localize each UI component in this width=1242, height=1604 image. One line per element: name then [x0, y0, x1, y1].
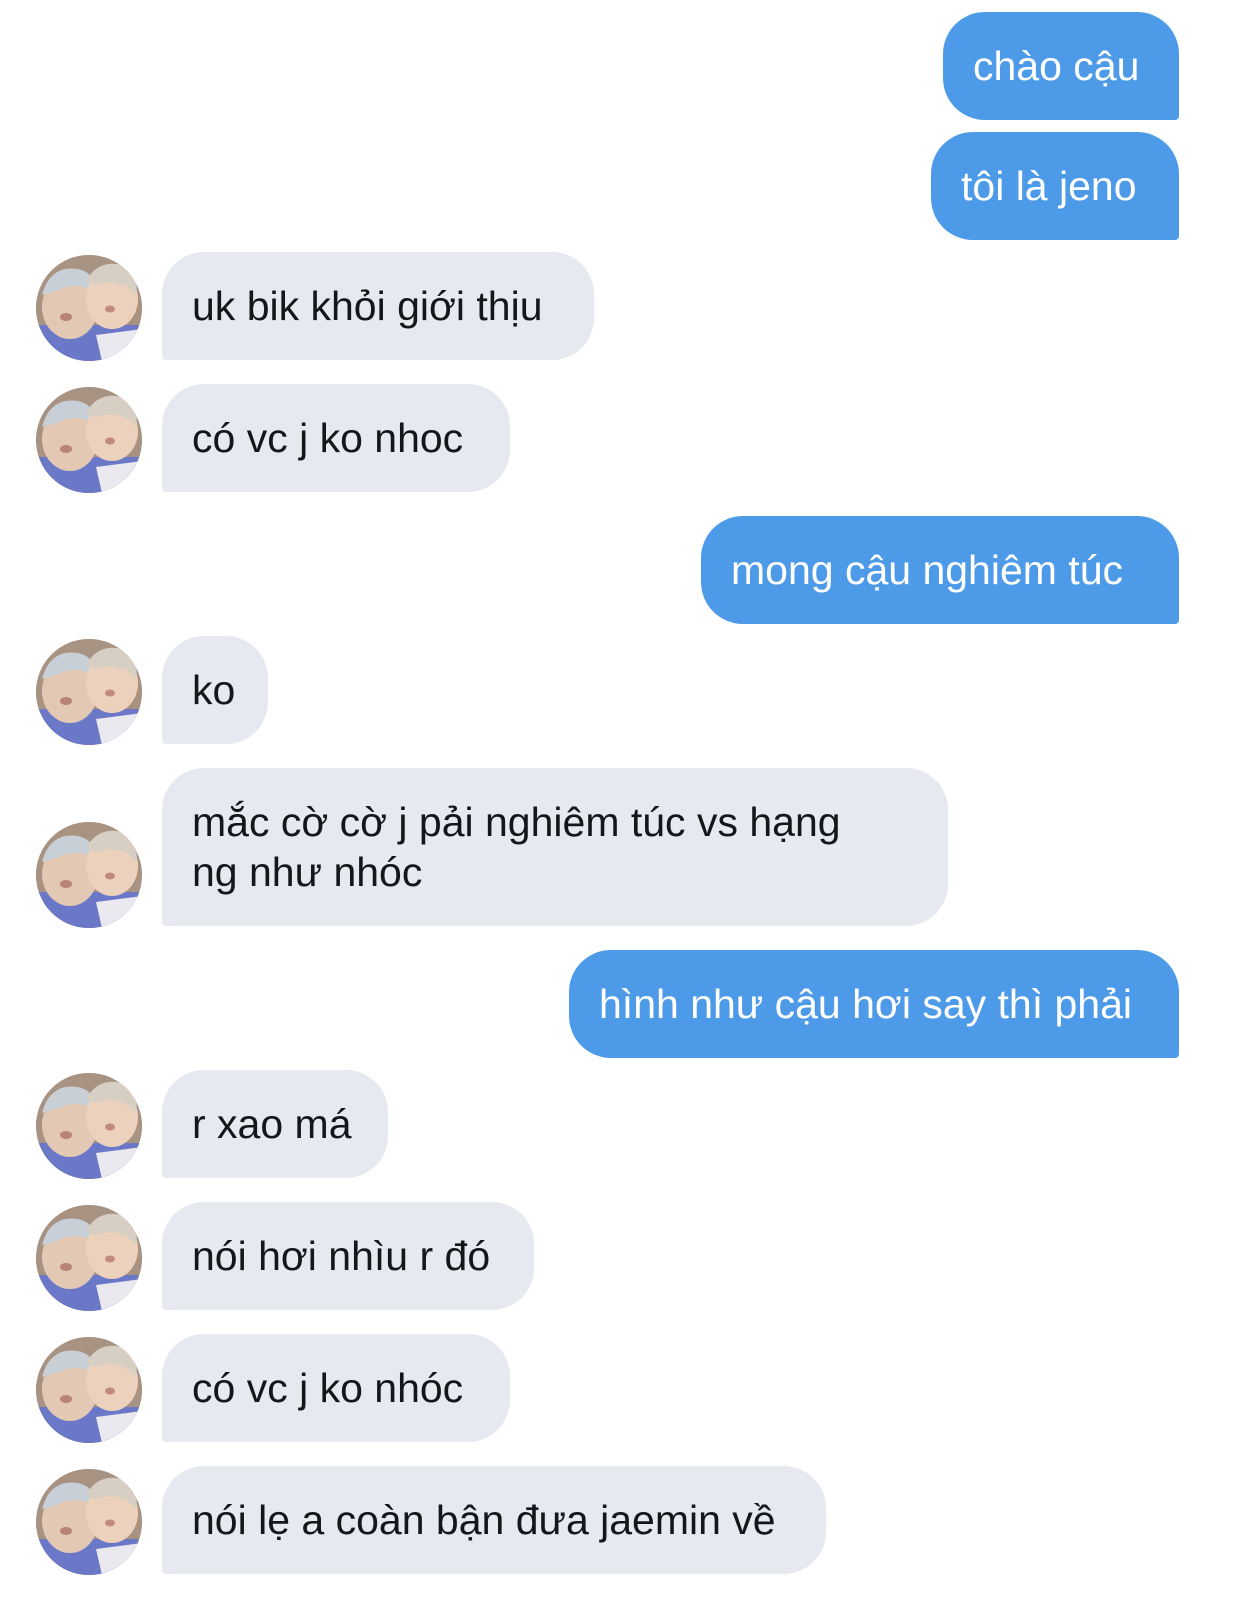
contact-avatar-photo-icon[interactable]: [36, 639, 142, 745]
outgoing-message: hình như cậu hơi say thì phải: [567, 950, 1179, 1058]
message-bubble[interactable]: tôi là jeno: [931, 132, 1179, 240]
contact-avatar-photo-icon[interactable]: [36, 255, 142, 361]
contact-avatar-photo-icon[interactable]: [36, 1073, 142, 1179]
incoming-message: mắc cờ cờ j pải nghiêm túc vs hạng ng nh…: [0, 768, 960, 928]
incoming-message: có vc j ko nhoc: [0, 384, 520, 494]
message-bubble[interactable]: r xao má: [162, 1070, 388, 1178]
message-bubble[interactable]: nói hơi nhìu r đó: [162, 1202, 534, 1310]
contact-avatar-photo-icon[interactable]: [36, 387, 142, 493]
message-bubble[interactable]: ko: [162, 636, 268, 744]
message-thread: chào cậu tôi là jeno uk bik khỏi giới th…: [0, 0, 1242, 1604]
message-bubble[interactable]: chào cậu: [943, 12, 1179, 120]
avatar-photo-svg: [36, 1337, 142, 1443]
outgoing-message: chào cậu: [939, 12, 1179, 120]
avatar-photo-svg: [36, 1073, 142, 1179]
incoming-message: ko: [0, 636, 280, 746]
contact-avatar-photo-icon[interactable]: [36, 1469, 142, 1575]
avatar-photo-svg: [36, 1469, 142, 1575]
contact-avatar-photo-icon[interactable]: [36, 822, 142, 928]
outgoing-message: mong cậu nghiêm túc: [699, 516, 1179, 624]
avatar-photo-svg: [36, 639, 142, 745]
outgoing-message: tôi là jeno: [929, 132, 1179, 240]
incoming-message: nói lẹ a coàn bận đưa jaemin về: [0, 1466, 840, 1576]
contact-avatar-photo-icon[interactable]: [36, 1205, 142, 1311]
message-bubble[interactable]: hình như cậu hơi say thì phải: [569, 950, 1179, 1058]
avatar-photo-svg: [36, 822, 142, 928]
avatar-photo-svg: [36, 255, 142, 361]
avatar-photo-svg: [36, 387, 142, 493]
message-bubble[interactable]: uk bik khỏi giới thịu: [162, 252, 594, 360]
message-bubble[interactable]: mong cậu nghiêm túc: [701, 516, 1179, 624]
message-bubble[interactable]: có vc j ko nhóc: [162, 1334, 510, 1442]
contact-avatar-photo-icon[interactable]: [36, 1337, 142, 1443]
incoming-message: có vc j ko nhóc: [0, 1334, 520, 1444]
avatar-photo-svg: [36, 1205, 142, 1311]
message-bubble[interactable]: mắc cờ cờ j pải nghiêm túc vs hạng ng nh…: [162, 768, 948, 926]
incoming-message: nói hơi nhìu r đó: [0, 1202, 540, 1312]
incoming-message: r xao má: [0, 1070, 400, 1180]
message-bubble[interactable]: có vc j ko nhoc: [162, 384, 510, 492]
incoming-message: uk bik khỏi giới thịu: [0, 252, 600, 362]
message-bubble[interactable]: nói lẹ a coàn bận đưa jaemin về: [162, 1466, 826, 1574]
